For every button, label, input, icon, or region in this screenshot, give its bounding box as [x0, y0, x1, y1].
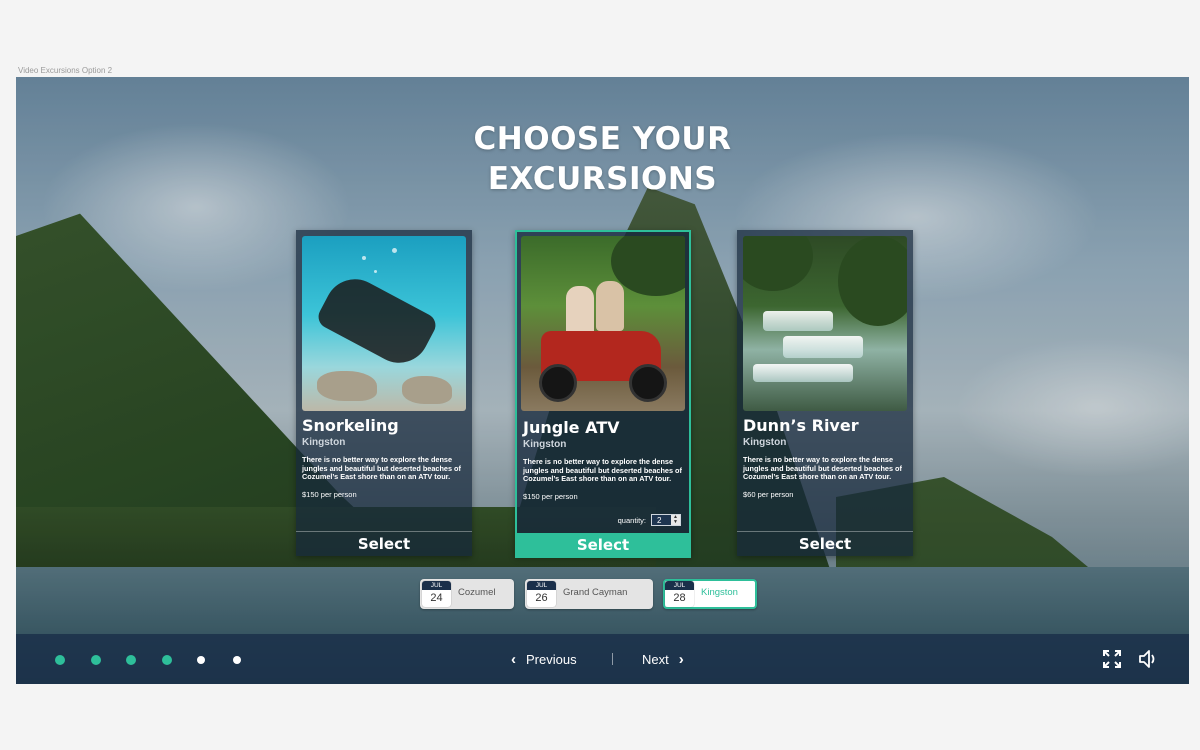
date-month: JUL — [527, 581, 556, 590]
card-description: There is no better way to explore the de… — [743, 455, 902, 482]
card-title: Dunn’s River — [743, 416, 859, 435]
stepper-arrows-icon[interactable]: ▲ ▼ — [671, 515, 680, 525]
snorkeling-photo — [302, 236, 466, 411]
card-divider — [296, 531, 472, 532]
excursion-card-dunns-river[interactable]: Dunn’s River Kingston There is no better… — [737, 230, 913, 556]
dunns-river-photo — [743, 236, 907, 411]
excursion-card-jungle-atv[interactable]: Jungle ATV Kingston There is no better w… — [515, 230, 691, 558]
nav-separator — [612, 653, 613, 665]
quantity-value: 2 — [657, 515, 662, 525]
bottom-navigation-bar: ‹ Previous Next › — [16, 634, 1189, 684]
previous-button[interactable]: ‹ Previous — [511, 648, 577, 670]
progress-dot[interactable] — [161, 655, 172, 665]
quantity-stepper[interactable]: 2 ▲ ▼ — [651, 514, 681, 526]
page-title: CHOOSE YOUR EXCURSIONS — [16, 119, 1189, 199]
select-button-dunns-river[interactable]: Select — [737, 533, 913, 556]
card-price: $150 per person — [302, 490, 357, 499]
date-day: 24 — [430, 592, 443, 604]
progress-dot[interactable] — [126, 655, 136, 665]
card-title: Jungle ATV — [523, 418, 620, 437]
port-name: Kingston — [701, 587, 738, 598]
next-label: Next — [642, 651, 669, 667]
date-month: JUL — [422, 581, 451, 590]
chevron-left-icon: ‹ — [511, 650, 516, 668]
card-location: Kingston — [523, 439, 567, 450]
volume-icon[interactable] — [1137, 648, 1159, 670]
page-title-line-2: EXCURSIONS — [487, 161, 718, 197]
port-name: Grand Cayman — [563, 587, 628, 598]
card-divider — [737, 531, 913, 532]
card-location: Kingston — [302, 437, 346, 448]
previous-label: Previous — [526, 651, 577, 667]
excursion-slide: CHOOSE YOUR EXCURSIONS Snorkeling Kingst… — [16, 77, 1189, 684]
card-title: Snorkeling — [302, 416, 399, 435]
port-name: Cozumel — [458, 587, 496, 598]
quantity-control: quantity: 2 ▲ ▼ — [618, 514, 681, 526]
select-button-snorkeling[interactable]: Select — [296, 533, 472, 556]
date-badge: JUL 24 — [422, 581, 451, 607]
card-price: $60 per person — [743, 490, 794, 499]
port-tab-kingston[interactable]: JUL 28 Kingston — [663, 579, 757, 609]
jungle-atv-photo — [521, 236, 685, 411]
port-tab-cozumel[interactable]: JUL 24 Cozumel — [420, 579, 514, 609]
card-location: Kingston — [743, 437, 787, 448]
progress-dot[interactable] — [197, 656, 205, 664]
progress-dot[interactable] — [232, 656, 241, 664]
date-month: JUL — [665, 581, 694, 590]
quantity-label: quantity: — [617, 515, 646, 525]
card-price: $150 per person — [523, 492, 578, 501]
date-day: 28 — [673, 592, 686, 604]
select-button-jungle-atv[interactable]: Select — [515, 533, 691, 558]
page-title-line-1: CHOOSE YOUR — [473, 121, 732, 157]
card-description: There is no better way to explore the de… — [523, 457, 682, 484]
frame-caption: Video Excursions Option 2 — [18, 66, 113, 75]
date-badge: JUL 26 — [527, 581, 556, 607]
date-day: 26 — [535, 592, 548, 604]
next-button[interactable]: Next › — [642, 648, 684, 670]
card-description: There is no better way to explore the de… — [302, 455, 461, 482]
progress-dot[interactable] — [90, 655, 101, 665]
progress-dot[interactable] — [55, 655, 65, 665]
excursion-card-snorkeling[interactable]: Snorkeling Kingston There is no better w… — [296, 230, 472, 556]
fullscreen-icon[interactable] — [1101, 648, 1123, 670]
date-badge: JUL 28 — [665, 581, 694, 607]
port-tab-grand-cayman[interactable]: JUL 26 Grand Cayman — [525, 579, 653, 609]
chevron-right-icon: › — [678, 650, 684, 668]
